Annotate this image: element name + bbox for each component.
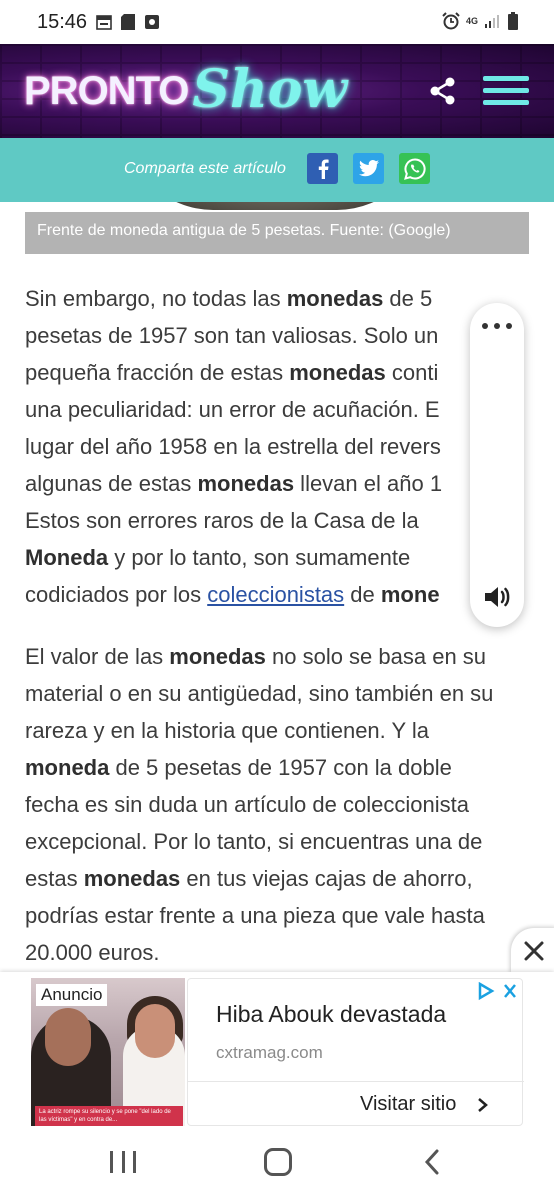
- sd-card-icon: [121, 14, 135, 30]
- bold-keyword: monedas: [289, 360, 386, 385]
- site-logo[interactable]: PRONTO Show: [24, 56, 347, 126]
- alarm-icon: [442, 12, 460, 30]
- close-icon: [524, 941, 544, 961]
- article-line: excepcional. Por lo tanto, si encuentras…: [25, 829, 483, 854]
- speaker-icon[interactable]: [481, 581, 513, 613]
- bold-keyword: monedas: [197, 471, 295, 496]
- article-line: Sin embargo, no todas las monedas de 5: [25, 286, 433, 311]
- article-line: pesetas de 1957 son tan valiosas. Solo u…: [25, 323, 439, 348]
- bold-keyword: Moneda: [25, 545, 109, 570]
- back-icon[interactable]: [422, 1148, 442, 1176]
- article-line: moneda de 5 pesetas de 1957 con la doble: [25, 755, 452, 780]
- home-icon[interactable]: [264, 1148, 292, 1176]
- bold-keyword: moneda: [25, 755, 110, 780]
- bold-keyword: monedas: [169, 644, 266, 669]
- ad-cta-button[interactable]: Visitar sitio: [360, 1093, 456, 1116]
- logo-show-text: Show: [192, 58, 348, 120]
- menu-line: [483, 76, 529, 81]
- share-icon[interactable]: [428, 76, 458, 106]
- facebook-icon: [318, 159, 329, 179]
- ad-card[interactable]: Hiba Abouk devastada cxtramag.com Visita…: [187, 978, 524, 1126]
- status-bar: 15:46 4G: [0, 0, 554, 44]
- article-paragraph: Sin embargo, no todas las monedas de 5 pe…: [25, 280, 535, 613]
- calendar-icon: [96, 15, 112, 30]
- article-line: material o en su antigüedad, sino tambié…: [25, 681, 494, 706]
- article-line: codiciados por los coleccionistas de mon…: [25, 582, 440, 607]
- status-time: 15:46: [37, 11, 88, 33]
- share-bar: Comparta este artículo: [0, 138, 554, 202]
- screenshot-icon: [145, 15, 159, 29]
- article-line: Moneda y por lo tanto, son sumamente: [25, 545, 411, 570]
- ad-domain: cxtramag.com: [216, 1043, 323, 1062]
- whatsapp-icon: [403, 157, 426, 180]
- ad-image-face: [135, 1004, 175, 1058]
- signal-icon: [485, 15, 499, 28]
- ad-divider: [188, 1081, 524, 1082]
- share-label: Comparta este artículo: [124, 160, 286, 177]
- article-image: [25, 202, 529, 212]
- article-line: 20.000 euros.: [25, 940, 160, 965]
- coin-image: [125, 202, 425, 210]
- network-type-label: 4G: [465, 15, 478, 26]
- ad-title[interactable]: Hiba Abouk devastada: [216, 1001, 446, 1028]
- hamburger-menu-icon[interactable]: [483, 76, 529, 110]
- twitter-icon: [358, 160, 379, 177]
- ad-banner[interactable]: La actriz rompe su silencio y se pone "d…: [0, 972, 554, 1128]
- article-line: fecha es sin duda un artículo de colecci…: [25, 792, 469, 817]
- article-line: una peculiaridad: un error de acuñación.…: [25, 397, 440, 422]
- ad-image-caption: La actriz rompe su silencio y se pone "d…: [35, 1106, 183, 1126]
- status-right-group: 4G: [442, 12, 518, 30]
- menu-line: [483, 88, 529, 93]
- logo-pronto-text: PRONTO: [24, 68, 189, 113]
- article-line: algunas de estas monedas llevan el año 1: [25, 471, 443, 496]
- bold-keyword: monedas: [83, 866, 181, 891]
- facebook-share-button[interactable]: [307, 153, 338, 184]
- article-line: Estos son errores raros de la Casa de la: [25, 508, 419, 533]
- article-link[interactable]: coleccionistas: [207, 582, 344, 607]
- article-line: rareza y en la historia que contienen. Y…: [25, 718, 430, 743]
- site-header: PRONTO Show: [0, 44, 554, 138]
- chevron-right-icon: [478, 1098, 488, 1112]
- article-body: Sin embargo, no todas las monedas de 5 pe…: [25, 280, 535, 996]
- text-to-speech-widget: [470, 303, 524, 627]
- twitter-share-button[interactable]: [353, 153, 384, 184]
- article-line: estas monedas en tus viejas cajas de aho…: [25, 866, 473, 891]
- image-caption: Frente de moneda antigua de 5 pesetas. F…: [25, 212, 529, 254]
- article-line: lugar del año 1958 en la estrella del re…: [25, 434, 441, 459]
- image-caption-text: Frente de moneda antigua de 5 pesetas. F…: [37, 222, 451, 239]
- battery-icon: [508, 12, 518, 30]
- article-paragraph: El valor de las monedas no solo se basa …: [25, 638, 535, 971]
- ad-badge: Anuncio: [36, 984, 108, 1006]
- menu-line: [483, 100, 529, 105]
- article-line: El valor de las monedas no solo se basa …: [25, 644, 487, 669]
- article-line: podrías estar frente a una pieza que val…: [25, 903, 485, 928]
- recent-apps-icon[interactable]: [110, 1151, 136, 1175]
- bold-keyword: mone: [380, 582, 440, 607]
- ad-image-face: [45, 1008, 91, 1066]
- more-options-icon[interactable]: [482, 323, 512, 333]
- article-line: pequeña fracción de estas monedas conti: [25, 360, 439, 385]
- adchoices-icon[interactable]: [478, 982, 522, 1002]
- system-nav-bar: [0, 1128, 554, 1200]
- bold-keyword: monedas: [286, 286, 384, 311]
- ad-close-button[interactable]: [511, 928, 554, 974]
- whatsapp-share-button[interactable]: [399, 153, 430, 184]
